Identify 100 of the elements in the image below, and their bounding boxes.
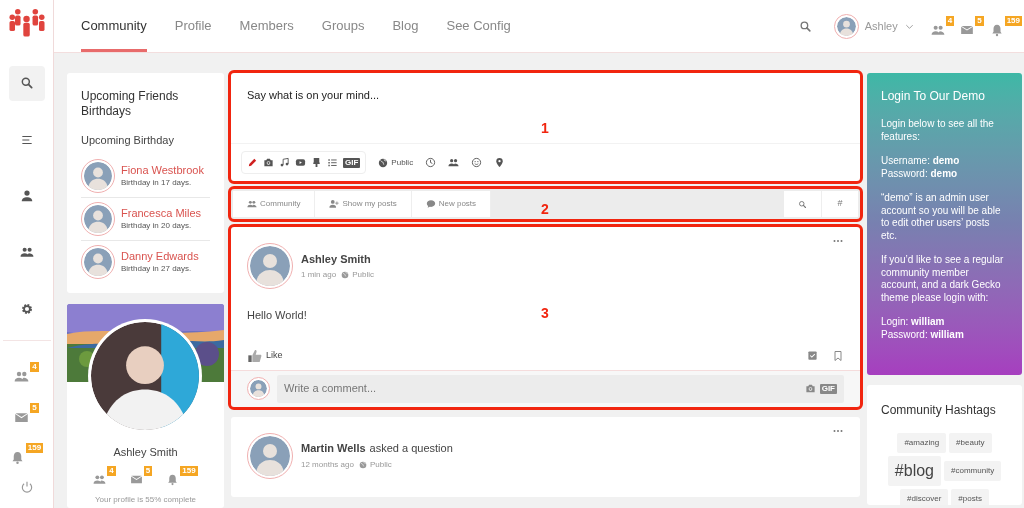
power-icon <box>19 480 34 495</box>
avatar <box>247 432 293 479</box>
globe-icon <box>378 157 389 168</box>
count-badge: 4 <box>107 466 116 476</box>
play-icon <box>295 157 306 168</box>
count-badge: 5 <box>975 15 984 26</box>
mark-done-button[interactable] <box>807 350 818 361</box>
hashtag-link[interactable]: #blog <box>887 456 941 486</box>
people-icon <box>247 199 257 209</box>
bell-icon <box>166 473 180 486</box>
thumbs-up-icon <box>247 347 263 364</box>
sidebar-button[interactable] <box>8 65 45 101</box>
people-icon <box>448 157 460 168</box>
annotation-number: 3 <box>541 305 549 320</box>
people-icon <box>93 473 107 486</box>
post-option-button[interactable] <box>425 157 437 168</box>
friend-name-link[interactable]: Fiona Westbrook <box>121 163 204 177</box>
speech-bubble-icon <box>425 199 436 209</box>
bell-icon <box>989 22 1004 37</box>
annotation-number: 1 <box>541 120 549 135</box>
count-badge: 5 <box>143 466 153 476</box>
post-option-button[interactable] <box>471 157 483 168</box>
user-icon <box>19 189 34 203</box>
friend-name-link[interactable]: Danny Edwards <box>121 249 199 263</box>
check-square-icon <box>807 350 818 361</box>
login-info-text: Username: demo Password: demo <box>881 155 961 180</box>
user-menu[interactable]: Ashley <box>833 13 915 39</box>
birthday-note: Birthday in 27 days. <box>121 263 193 274</box>
card-title: Login To Our Demo <box>881 88 986 105</box>
friend-name-link[interactable]: Francesca Miles <box>121 206 202 220</box>
hashtag-link[interactable]: #community <box>944 461 1002 481</box>
post-audience: Public <box>358 458 392 471</box>
count-badge: 4 <box>945 15 955 26</box>
post-type-button[interactable] <box>247 157 258 168</box>
smiley-icon <box>471 157 483 168</box>
count-badge: 5 <box>30 402 39 413</box>
count-badge: 159 <box>1004 15 1022 26</box>
bookmark-icon <box>832 349 844 362</box>
filter-tab[interactable]: New posts <box>411 191 492 217</box>
avatar <box>81 201 115 236</box>
nav-tab[interactable]: Profile <box>174 0 212 52</box>
list-icon <box>327 157 338 168</box>
bookmark-button[interactable] <box>832 349 844 362</box>
settings-icon <box>19 301 34 316</box>
nav-tab[interactable]: Community <box>81 0 147 52</box>
section-label: Upcoming Birthday <box>81 133 175 148</box>
comment-field[interactable]: Write a comment... GIF <box>277 374 844 403</box>
search-icon <box>798 199 807 209</box>
hashtag-link[interactable]: #amazing <box>897 433 947 453</box>
avatar <box>833 13 859 39</box>
count-badge: 159 <box>25 443 44 454</box>
audience-button[interactable]: Public <box>378 156 414 169</box>
login-info-text: Login below to see all the features: <box>881 118 995 143</box>
search-icon <box>19 76 34 91</box>
avatar <box>81 244 115 279</box>
post-type-button[interactable] <box>263 157 274 168</box>
music-note-icon <box>279 157 290 168</box>
nav-tab[interactable]: Blog <box>392 0 419 52</box>
avatar <box>81 158 115 193</box>
filter-tab[interactable]: Community <box>233 191 316 217</box>
user-plus-icon <box>329 199 340 209</box>
globe-icon <box>341 271 350 280</box>
post-option-button[interactable] <box>494 157 506 168</box>
hashtag-button[interactable]: # <box>822 191 858 217</box>
nav-tab[interactable]: See Config <box>446 0 511 52</box>
post-type-button[interactable] <box>327 157 338 168</box>
comment-input[interactable]: Write a comment... <box>284 380 805 397</box>
post-time: 1 min ago <box>301 269 337 282</box>
hashtag-link[interactable]: #beauty <box>949 433 992 453</box>
search-icon <box>798 19 812 33</box>
gif-button[interactable]: GIF <box>343 157 361 168</box>
author-link[interactable]: Ashley Smith <box>301 250 371 268</box>
post-action: asked a question <box>369 441 453 457</box>
logout-button[interactable] <box>19 480 34 495</box>
post-type-button[interactable] <box>279 157 290 168</box>
map-pin-icon <box>494 157 506 168</box>
birthday-note: Birthday in 17 days. <box>121 177 193 188</box>
profile-progress-text: Your profile is 55% complete <box>94 494 197 506</box>
count-badge: 4 <box>30 362 39 373</box>
like-button[interactable]: Like <box>247 347 283 364</box>
author-link[interactable]: Martin Wells <box>301 440 366 457</box>
camera-icon <box>804 383 816 394</box>
search-button[interactable] <box>798 19 812 33</box>
gif-icon: GIF <box>819 383 837 394</box>
avatar <box>247 243 293 289</box>
avatar <box>247 377 270 400</box>
birthday-note: Birthday in 20 days. <box>121 220 193 231</box>
logo <box>7 8 46 38</box>
envelope-icon <box>129 473 143 486</box>
post-type-button[interactable] <box>295 157 306 168</box>
hashtag-link[interactable]: #posts <box>951 489 989 505</box>
nav-tab[interactable]: Groups <box>321 0 365 52</box>
login-info-text: If you’d like to see a regular community member account, and a dark Gecko theme please login with: <box>881 254 1005 304</box>
people-icon <box>19 245 34 260</box>
filter-tab[interactable]: Show my posts <box>315 191 412 217</box>
post-option-button[interactable] <box>448 157 460 168</box>
nav-tab[interactable]: Members <box>239 0 294 52</box>
hashtag-link[interactable]: #discover <box>900 489 949 505</box>
people-icon <box>14 369 30 385</box>
clock-icon <box>425 157 437 168</box>
